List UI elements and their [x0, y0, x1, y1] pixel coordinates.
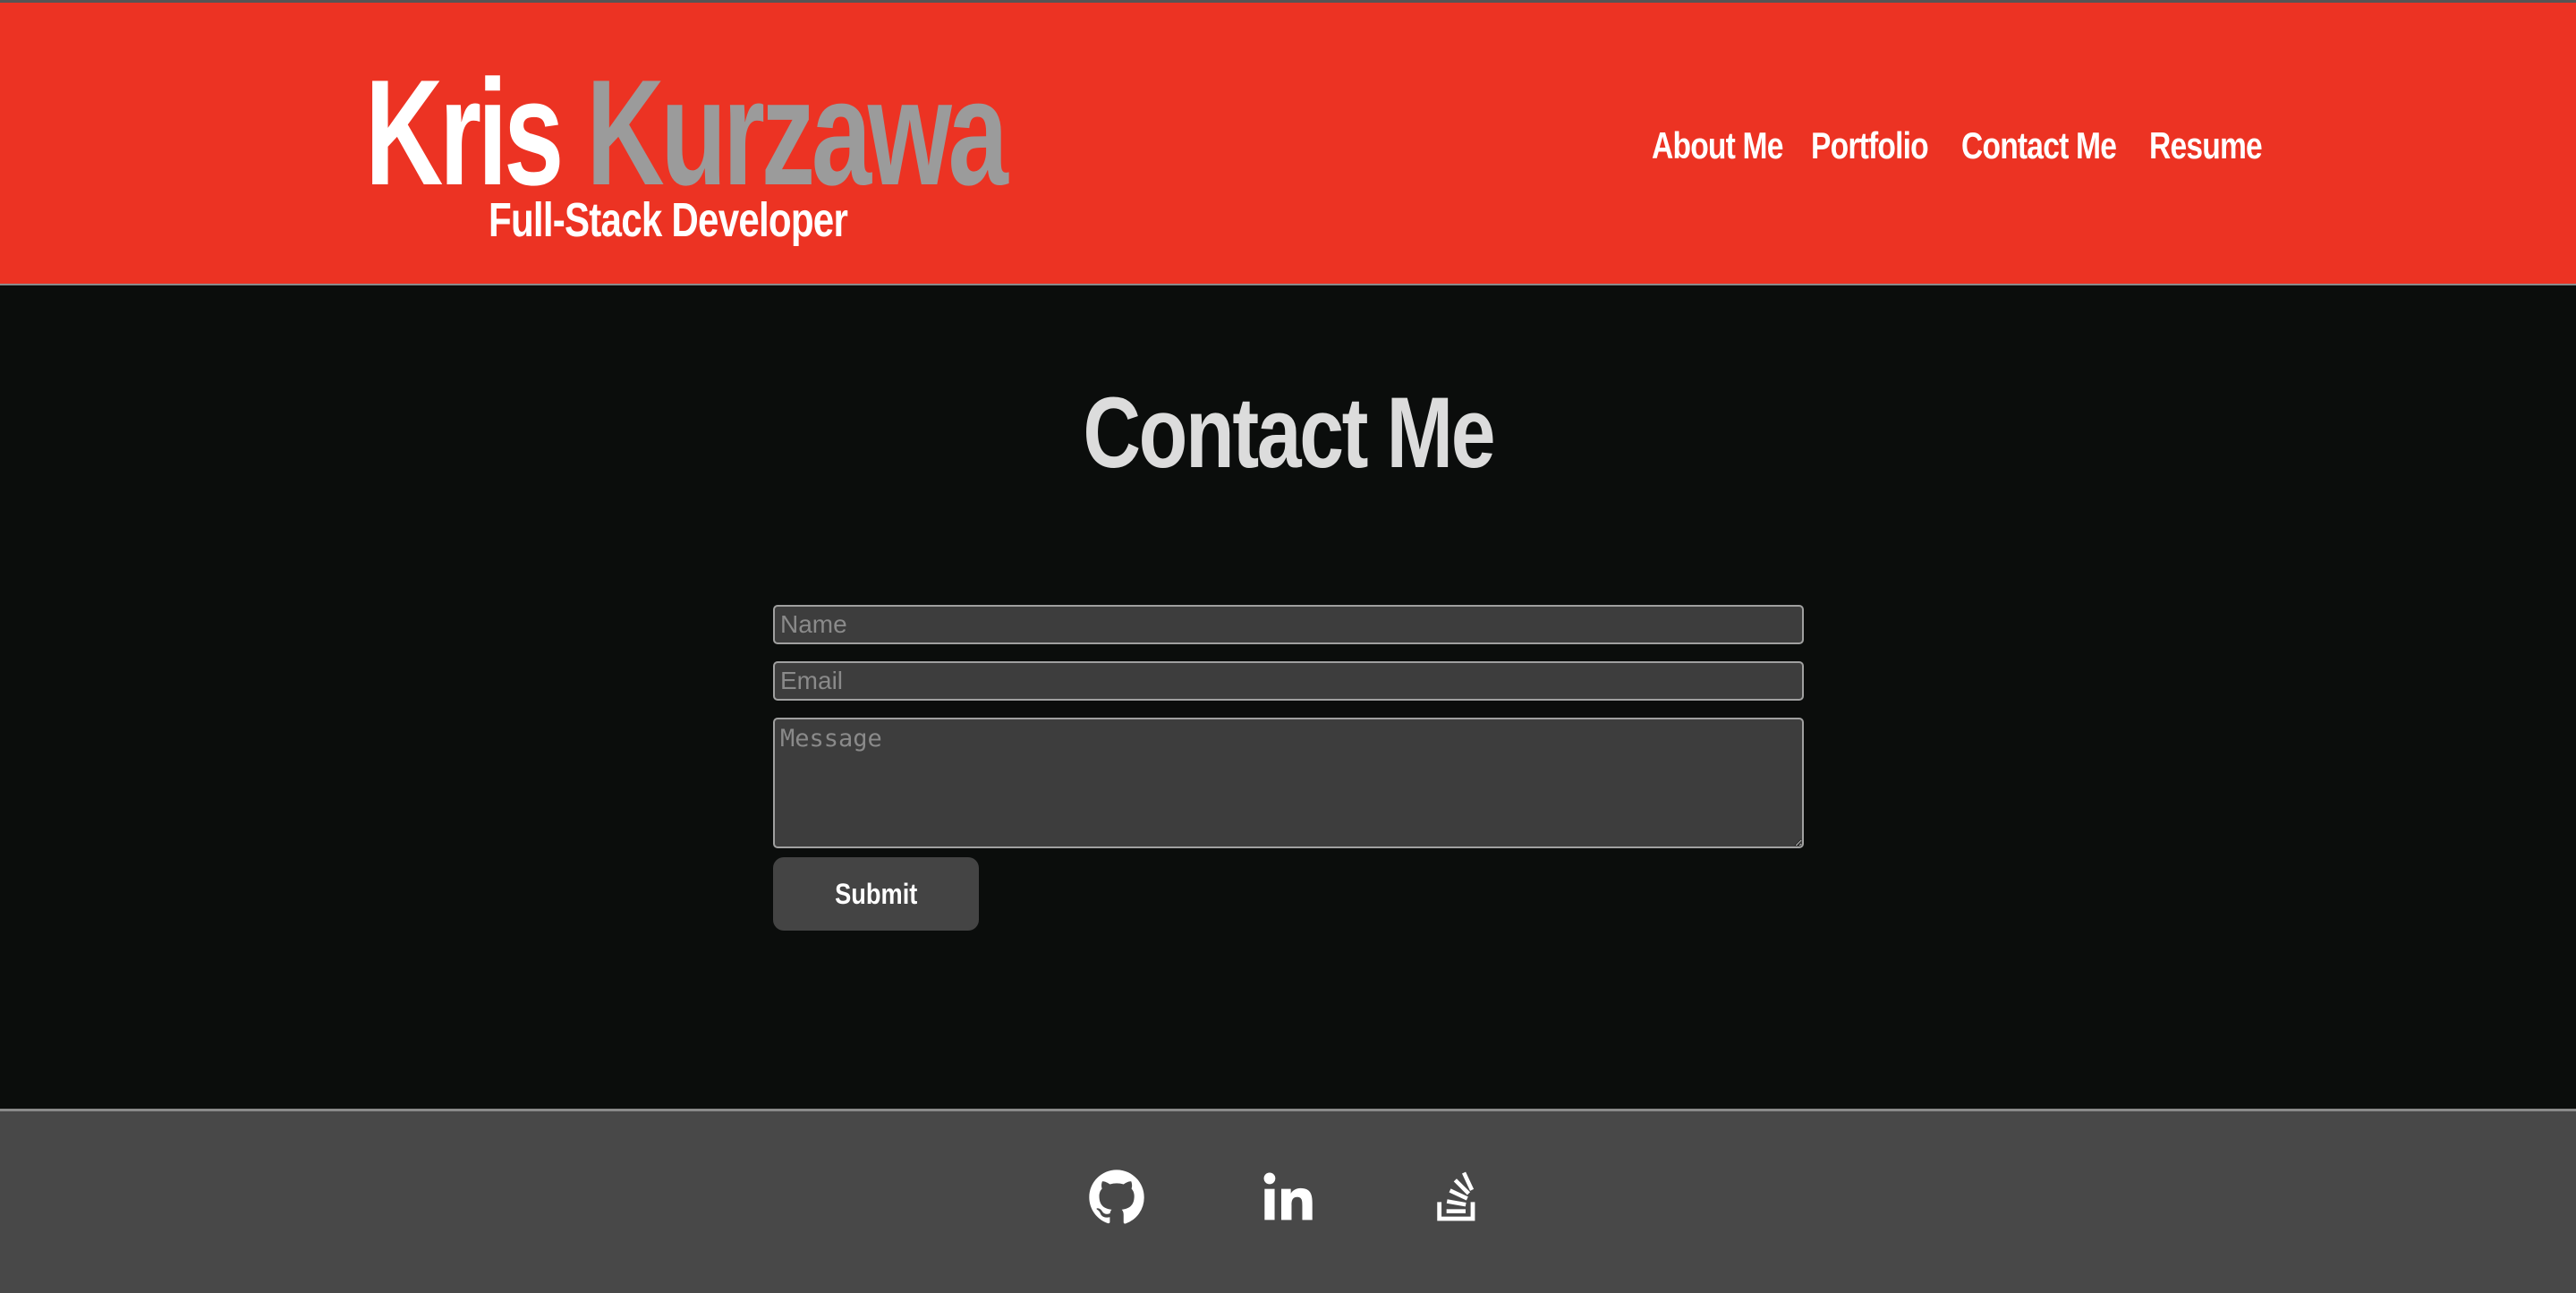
- brand: Kris Kurzawa Full-Stack Developer: [365, 57, 1253, 247]
- brand-name[interactable]: Kris Kurzawa: [365, 57, 1008, 208]
- site-footer: [0, 1109, 2576, 1293]
- nav-contact-me[interactable]: Contact Me: [1961, 124, 2117, 167]
- site-header: Kris Kurzawa Full-Stack Developer About …: [0, 0, 2576, 285]
- brand-subtitle: Full-Stack Developer: [489, 193, 848, 247]
- name-input[interactable]: [773, 605, 1804, 644]
- submit-button[interactable]: Submit: [773, 857, 979, 931]
- nav-about-me[interactable]: About Me: [1652, 124, 1783, 167]
- message-textarea[interactable]: [773, 718, 1804, 848]
- brand-first-name: Kris: [365, 48, 564, 217]
- submit-button-label: Submit: [834, 877, 918, 910]
- contact-form: Submit: [773, 605, 1804, 931]
- nav-portfolio[interactable]: Portfolio: [1811, 124, 1929, 167]
- github-icon[interactable]: [1088, 1169, 1145, 1226]
- brand-last-name: Kurzawa: [586, 48, 1008, 217]
- stackoverflow-icon[interactable]: [1430, 1169, 1487, 1226]
- linkedin-icon[interactable]: [1260, 1169, 1317, 1226]
- main-content: Contact Me Submit: [0, 285, 2576, 1109]
- page-title-text: Contact Me: [1083, 377, 1495, 489]
- nav-resume[interactable]: Resume: [2149, 124, 2263, 167]
- page-title: Contact Me: [0, 375, 2576, 490]
- email-input[interactable]: [773, 661, 1804, 701]
